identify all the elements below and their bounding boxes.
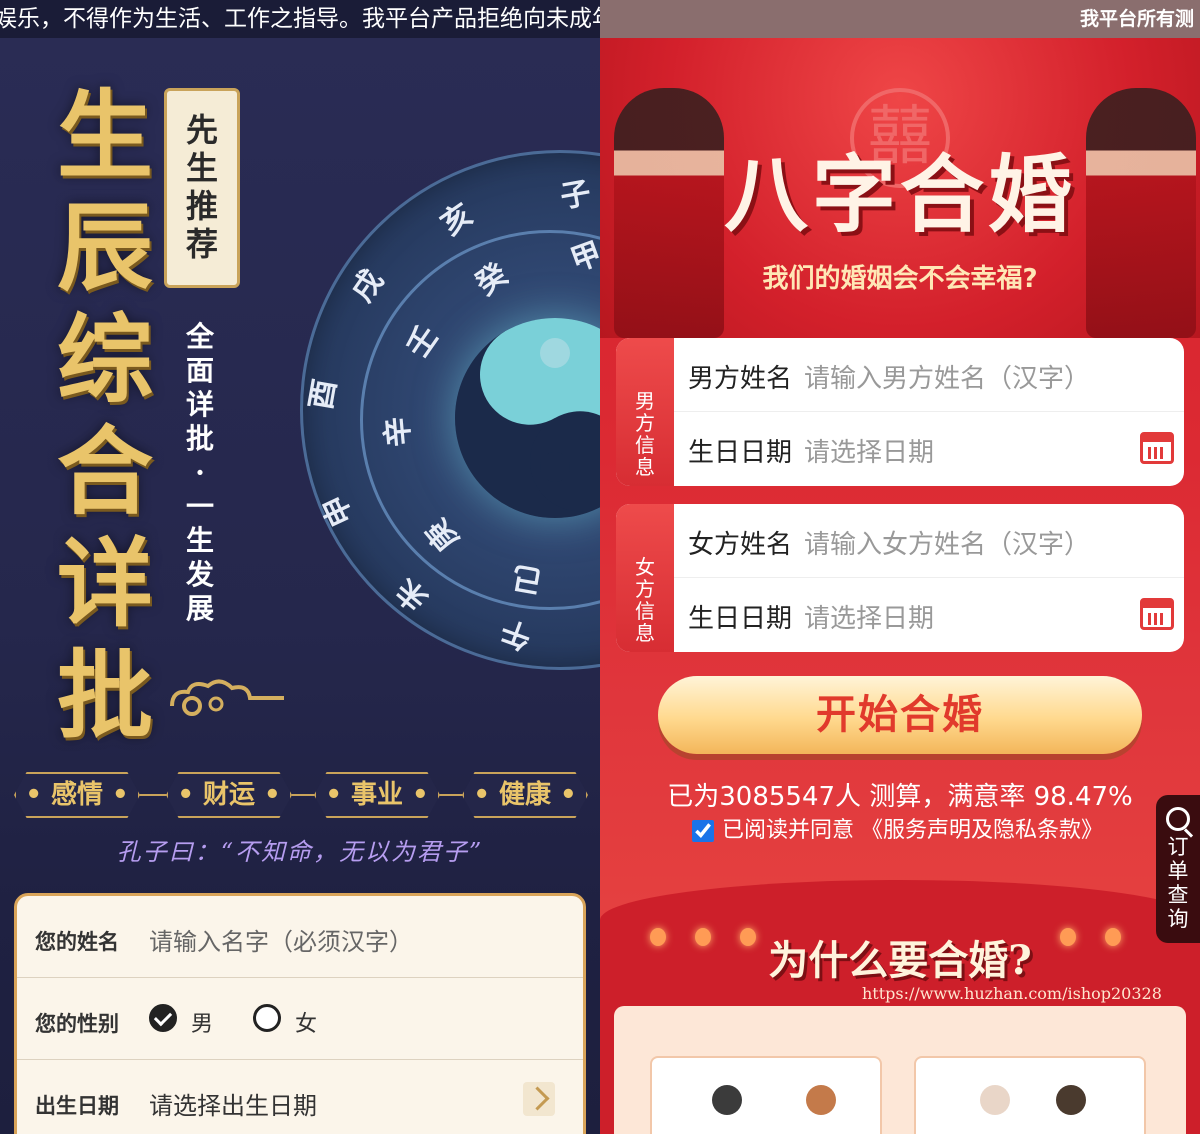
start-match-button[interactable]: 开始合婚 xyxy=(658,676,1142,754)
male-name-input[interactable]: 请输入男方姓名（汉字） xyxy=(804,358,1090,395)
right-panel: 我平台所有测 囍 八字合婚 我们的婚姻会不会幸福? 男 方 信 息 男方姓名 请… xyxy=(600,0,1200,1134)
man-avatar-icon xyxy=(712,1085,742,1115)
bazi-title: 八字合婚 xyxy=(723,145,1076,244)
confucius-quote: 孔子曰：“不知命，无以为君子” xyxy=(116,838,484,866)
tag-health[interactable]: • 健康 • xyxy=(462,772,588,818)
bride-avatar-icon xyxy=(980,1085,1010,1115)
taichi-dot-dark xyxy=(540,452,570,482)
male-date-label: 生日日期 xyxy=(688,438,793,468)
birthdate-picker[interactable]: 请选择出生日期 xyxy=(149,1086,317,1121)
female-info-card: 女 方 信 息 女方姓名 请输入女方姓名（汉字） 生日日期 请选择日期 xyxy=(616,504,1184,652)
usage-stat: 已为3085547人 测算，满意率 98.47% xyxy=(667,782,1133,812)
male-date-row[interactable]: 生日日期 请选择日期 xyxy=(674,412,1184,486)
gender-female-label[interactable]: 女 xyxy=(295,1006,317,1038)
birthdate-row[interactable]: 出生日期 请选择出生日期 xyxy=(17,1060,583,1134)
notice-marquee-right: 我平台所有测 xyxy=(600,0,1200,38)
rune-xin: 辛 xyxy=(379,415,418,449)
gender-male-label[interactable]: 男 xyxy=(191,1006,213,1038)
agreement-row[interactable]: 已阅读并同意 《服务声明及隐私条款》 xyxy=(692,812,1103,844)
gender-male-radio[interactable] xyxy=(149,1004,177,1032)
female-name-row: 女方姓名 请输入女方姓名（汉字） xyxy=(674,504,1184,578)
section-title: 为什么要合婚? xyxy=(768,937,1032,984)
main-title: 生 辰 综 合 详 批 xyxy=(57,79,153,752)
notice-text-right: 我平台所有测 xyxy=(1080,8,1195,30)
birth-info-form: 您的姓名 请输入名字（必须汉字） 您的性别 男 女 出生日期 请选择出生日期 xyxy=(14,893,586,1134)
notice-text: 娱乐，不得作为生活、工作之指导。我平台产品拒绝向未成年 xyxy=(0,6,600,32)
banner-tagline: 我们的婚姻会不会幸福? xyxy=(762,264,1038,294)
couple-wedding-illustration xyxy=(914,1056,1146,1134)
male-name-row: 男方姓名 请输入男方姓名（汉字） xyxy=(674,338,1184,412)
female-card-side-label: 女 方 信 息 xyxy=(616,504,674,652)
groom-avatar-icon xyxy=(1056,1085,1086,1115)
taichi-dot-light xyxy=(540,338,570,368)
auspicious-cloud-icon xyxy=(170,679,284,716)
female-date-label: 生日日期 xyxy=(688,604,793,634)
female-date-picker[interactable]: 请选择日期 xyxy=(804,598,934,635)
topic-tags: • 感情 • • 财运 • • 事业 • • 健康 • xyxy=(14,772,589,820)
name-row: 您的姓名 请输入名字（必须汉字） xyxy=(17,896,583,978)
calendar-icon[interactable] xyxy=(1140,598,1174,630)
tag-love[interactable]: • 感情 • xyxy=(14,772,140,818)
search-icon[interactable] xyxy=(1166,807,1190,831)
male-name-label: 男方姓名 xyxy=(688,364,793,394)
name-input[interactable]: 请输入名字（必须汉字） xyxy=(149,922,413,957)
tag-wealth[interactable]: • 财运 • xyxy=(166,772,292,818)
name-label: 您的姓名 xyxy=(35,930,119,954)
notice-marquee: 娱乐，不得作为生活、工作之指导。我平台产品拒绝向未成年 xyxy=(0,0,600,38)
couple-upset-illustration xyxy=(650,1056,882,1134)
tag-career[interactable]: • 事业 • xyxy=(314,772,440,818)
agreement-checkbox[interactable] xyxy=(692,820,714,842)
left-panel: 娱乐，不得作为生活、工作之指导。我平台产品拒绝向未成年 亥 子 甲 戌 癸 壬 … xyxy=(0,0,600,1134)
male-date-picker[interactable]: 请选择日期 xyxy=(804,432,934,469)
woman-avatar-icon xyxy=(806,1085,836,1115)
recommend-scroll: 先 生 推 荐 xyxy=(164,88,240,288)
why-match-panel xyxy=(614,1006,1186,1134)
agreement-text[interactable]: 已阅读并同意 《服务声明及隐私条款》 xyxy=(722,818,1103,843)
male-card-side-label: 男 方 信 息 xyxy=(616,338,674,486)
subtitle-vertical: 全 面 详 批 · 一 生 发 展 xyxy=(185,320,214,625)
chevron-right-icon[interactable] xyxy=(523,1082,555,1116)
watermark-url: https://www.huzhan.com/ishop20328 xyxy=(862,984,1162,1003)
female-name-input[interactable]: 请输入女方姓名（汉字） xyxy=(804,524,1090,561)
gender-row: 您的性别 男 女 xyxy=(17,978,583,1060)
male-info-card: 男 方 信 息 男方姓名 请输入男方姓名（汉字） 生日日期 请选择日期 xyxy=(616,338,1184,486)
gender-female-radio[interactable] xyxy=(253,1004,281,1032)
female-date-row[interactable]: 生日日期 请选择日期 xyxy=(674,578,1184,652)
gender-label: 您的性别 xyxy=(35,1012,119,1036)
female-name-label: 女方姓名 xyxy=(688,530,793,560)
birthdate-label: 出生日期 xyxy=(35,1094,119,1118)
calendar-icon[interactable] xyxy=(1140,432,1174,464)
order-query-tab[interactable]: 订 单 查 询 xyxy=(1156,795,1200,943)
